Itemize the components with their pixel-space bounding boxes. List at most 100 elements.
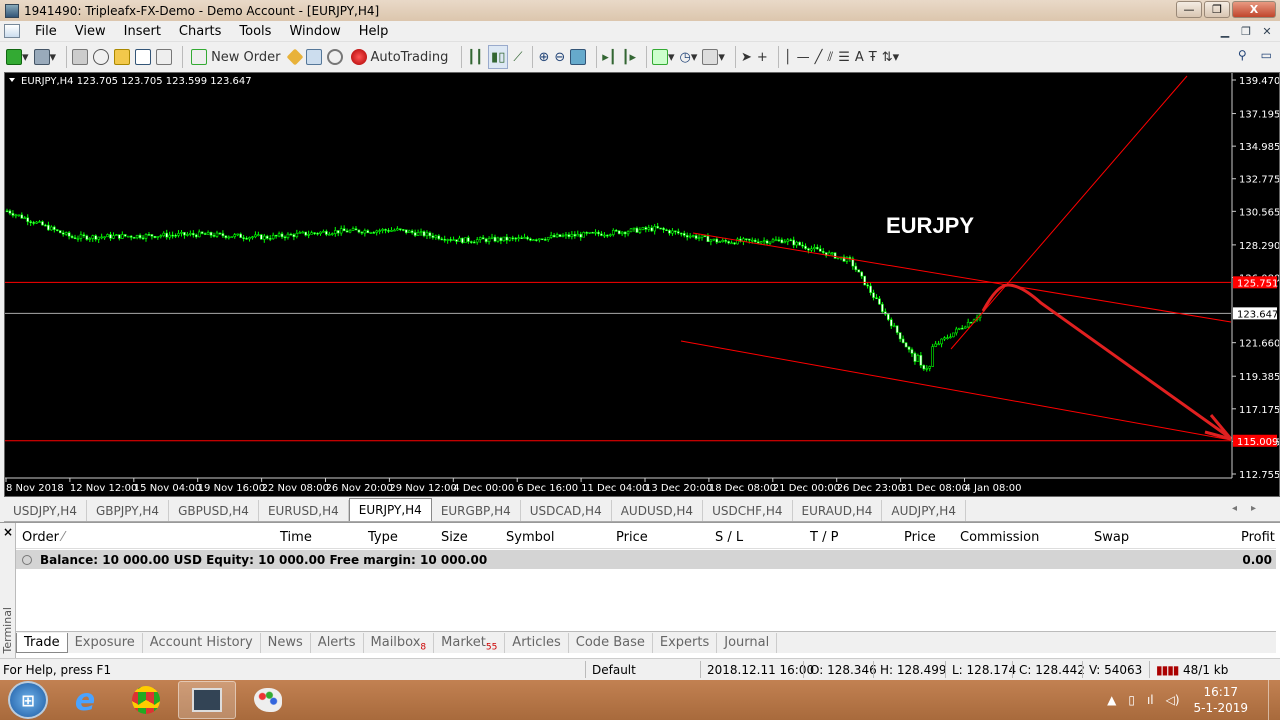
tab-mailbox[interactable]: Mailbox8 [364,632,435,653]
col-sl[interactable]: S / L [715,530,743,545]
taskbar-paint[interactable] [239,681,297,719]
new-order-button[interactable]: New Order [188,45,283,69]
col-symbol[interactable]: Symbol [506,530,554,545]
search-icon[interactable]: ⚲ [1238,48,1247,62]
tab-usdjpy[interactable]: USDJPY,H4 [4,500,87,521]
col-swap[interactable]: Swap [1094,530,1129,545]
data-window-button[interactable] [93,45,110,69]
equidistant-channel-button[interactable]: ⫽ [827,45,833,69]
tab-euraud[interactable]: EURAUD,H4 [793,500,883,521]
menu-tools[interactable]: Tools [230,21,280,42]
tab-scroll-arrows[interactable]: ◂▸ [1232,503,1270,514]
mdi-close-button[interactable]: ✕ [1258,24,1276,39]
tab-code-base[interactable]: Code Base [569,632,653,653]
trendline-button[interactable]: ╱ [815,45,823,69]
status-traffic[interactable]: 48/1 kb [1183,663,1228,677]
tray-device-icon[interactable]: ▯ [1128,693,1135,707]
tab-news[interactable]: News [261,632,311,653]
tab-usdcad[interactable]: USDCAD,H4 [521,500,612,521]
terminal-button[interactable] [135,45,152,69]
tab-usdchf[interactable]: USDCHF,H4 [703,500,793,521]
tab-eurgbp[interactable]: EURGBP,H4 [432,500,521,521]
menu-charts[interactable]: Charts [170,21,231,42]
terminal-close-icon[interactable]: × [3,525,13,539]
tab-trade[interactable]: Trade [16,632,68,653]
menu-help[interactable]: Help [350,21,398,42]
text-label-button[interactable]: Ŧ [869,45,877,69]
chart-shift-button[interactable]: ┃▸ [622,45,636,69]
taskbar-chrome[interactable] [117,681,175,719]
trendline-rise[interactable] [950,75,1188,350]
col-price[interactable]: Price [616,530,648,545]
volume-icon[interactable]: ◁) [1166,693,1180,707]
tab-journal[interactable]: Journal [717,632,778,653]
taskbar-ie[interactable]: e [56,681,114,719]
tab-audjpy[interactable]: AUDJPY,H4 [882,500,966,521]
new-chart-button[interactable]: ▾ [6,45,29,69]
col-type[interactable]: Type [368,530,398,545]
trendline-upper-channel[interactable] [692,232,1232,323]
text-tool-button[interactable]: A [855,45,864,69]
document-icon[interactable] [4,24,20,38]
trendline-lower-channel[interactable] [680,340,1232,441]
menu-window[interactable]: Window [280,21,349,42]
taskbar-mt4[interactable] [178,681,236,719]
close-button[interactable]: X [1232,1,1276,18]
candlestick-button[interactable]: ▮▯ [488,45,509,69]
tab-gbpusd[interactable]: GBPUSD,H4 [169,500,259,521]
templates-button[interactable]: ▾ [702,45,725,69]
menu-view[interactable]: View [66,21,115,42]
start-button[interactable]: ⊞ [8,681,48,719]
autoscroll-button[interactable]: ▸┃ [602,45,616,69]
crosshair-button[interactable]: + [757,45,768,69]
tab-market[interactable]: Market55 [434,632,506,653]
fibonacci-button[interactable]: ☰ [838,45,850,69]
price-chart[interactable]: EURJPY EURJPY,H4 123.705 123.705 123.599… [4,72,1280,497]
network-signal-icon[interactable]: ıl [1147,693,1154,707]
balance-row[interactable]: Balance: 10 000.00 USD Equity: 10 000.00… [16,550,1276,569]
profiles-button[interactable]: ▾ [33,45,56,69]
periods-button[interactable]: ◷ ▾ [680,45,698,69]
zoom-in-button[interactable]: ⊕ [538,45,549,69]
menu-insert[interactable]: Insert [115,21,170,42]
tab-experts[interactable]: Experts [653,632,718,653]
zoom-out-button[interactable]: ⊖ [554,45,565,69]
menu-file[interactable]: File [26,21,66,42]
market-button[interactable] [326,45,343,69]
tab-gbpjpy[interactable]: GBPJPY,H4 [87,500,170,521]
maximize-button[interactable]: ❐ [1204,1,1230,18]
autotrading-button[interactable]: AutoTrading [348,45,452,69]
line-chart-button[interactable]: ⟋ [513,45,522,69]
chart-menu-triangle-icon[interactable] [9,78,15,82]
col-order[interactable]: Order [22,530,59,545]
col-time[interactable]: Time [280,530,312,545]
minimize-button[interactable]: — [1176,1,1202,18]
tab-exposure[interactable]: Exposure [68,632,143,653]
balance-expand-icon[interactable] [22,554,32,565]
tab-articles[interactable]: Articles [505,632,569,653]
tab-eurusd[interactable]: EURUSD,H4 [259,500,349,521]
show-desktop-button[interactable] [1268,680,1280,720]
navigator-button[interactable] [114,45,131,69]
clock[interactable]: 16:17 5-1-2019 [1194,684,1248,716]
horizontal-line-button[interactable]: — [797,45,810,69]
vertical-line-button[interactable]: │ [784,45,792,69]
metaeditor-button[interactable] [286,45,303,69]
cursor-button[interactable]: ➤ [741,45,752,69]
tile-windows-button[interactable] [570,45,587,69]
chat-icon[interactable]: ▭ [1261,48,1272,62]
tray-expand-icon[interactable]: ▲ [1107,693,1116,707]
tab-audusd[interactable]: AUDUSD,H4 [612,500,704,521]
mdi-restore-button[interactable]: ❐ [1237,24,1255,39]
tab-alerts[interactable]: Alerts [311,632,364,653]
tab-account-history[interactable]: Account History [143,632,261,653]
arrows-button[interactable]: ⇅ ▾ [882,45,899,69]
col-size[interactable]: Size [441,530,468,545]
col-commission[interactable]: Commission [960,530,1039,545]
tab-eurjpy[interactable]: EURJPY,H4 [348,498,432,521]
indicators-button[interactable]: ▾ [652,45,675,69]
col-profit[interactable]: Profit [1241,530,1275,545]
bar-chart-button[interactable]: ┃┃ [467,45,483,69]
col-price-current[interactable]: Price [904,530,936,545]
strategy-tester-button[interactable] [156,45,173,69]
